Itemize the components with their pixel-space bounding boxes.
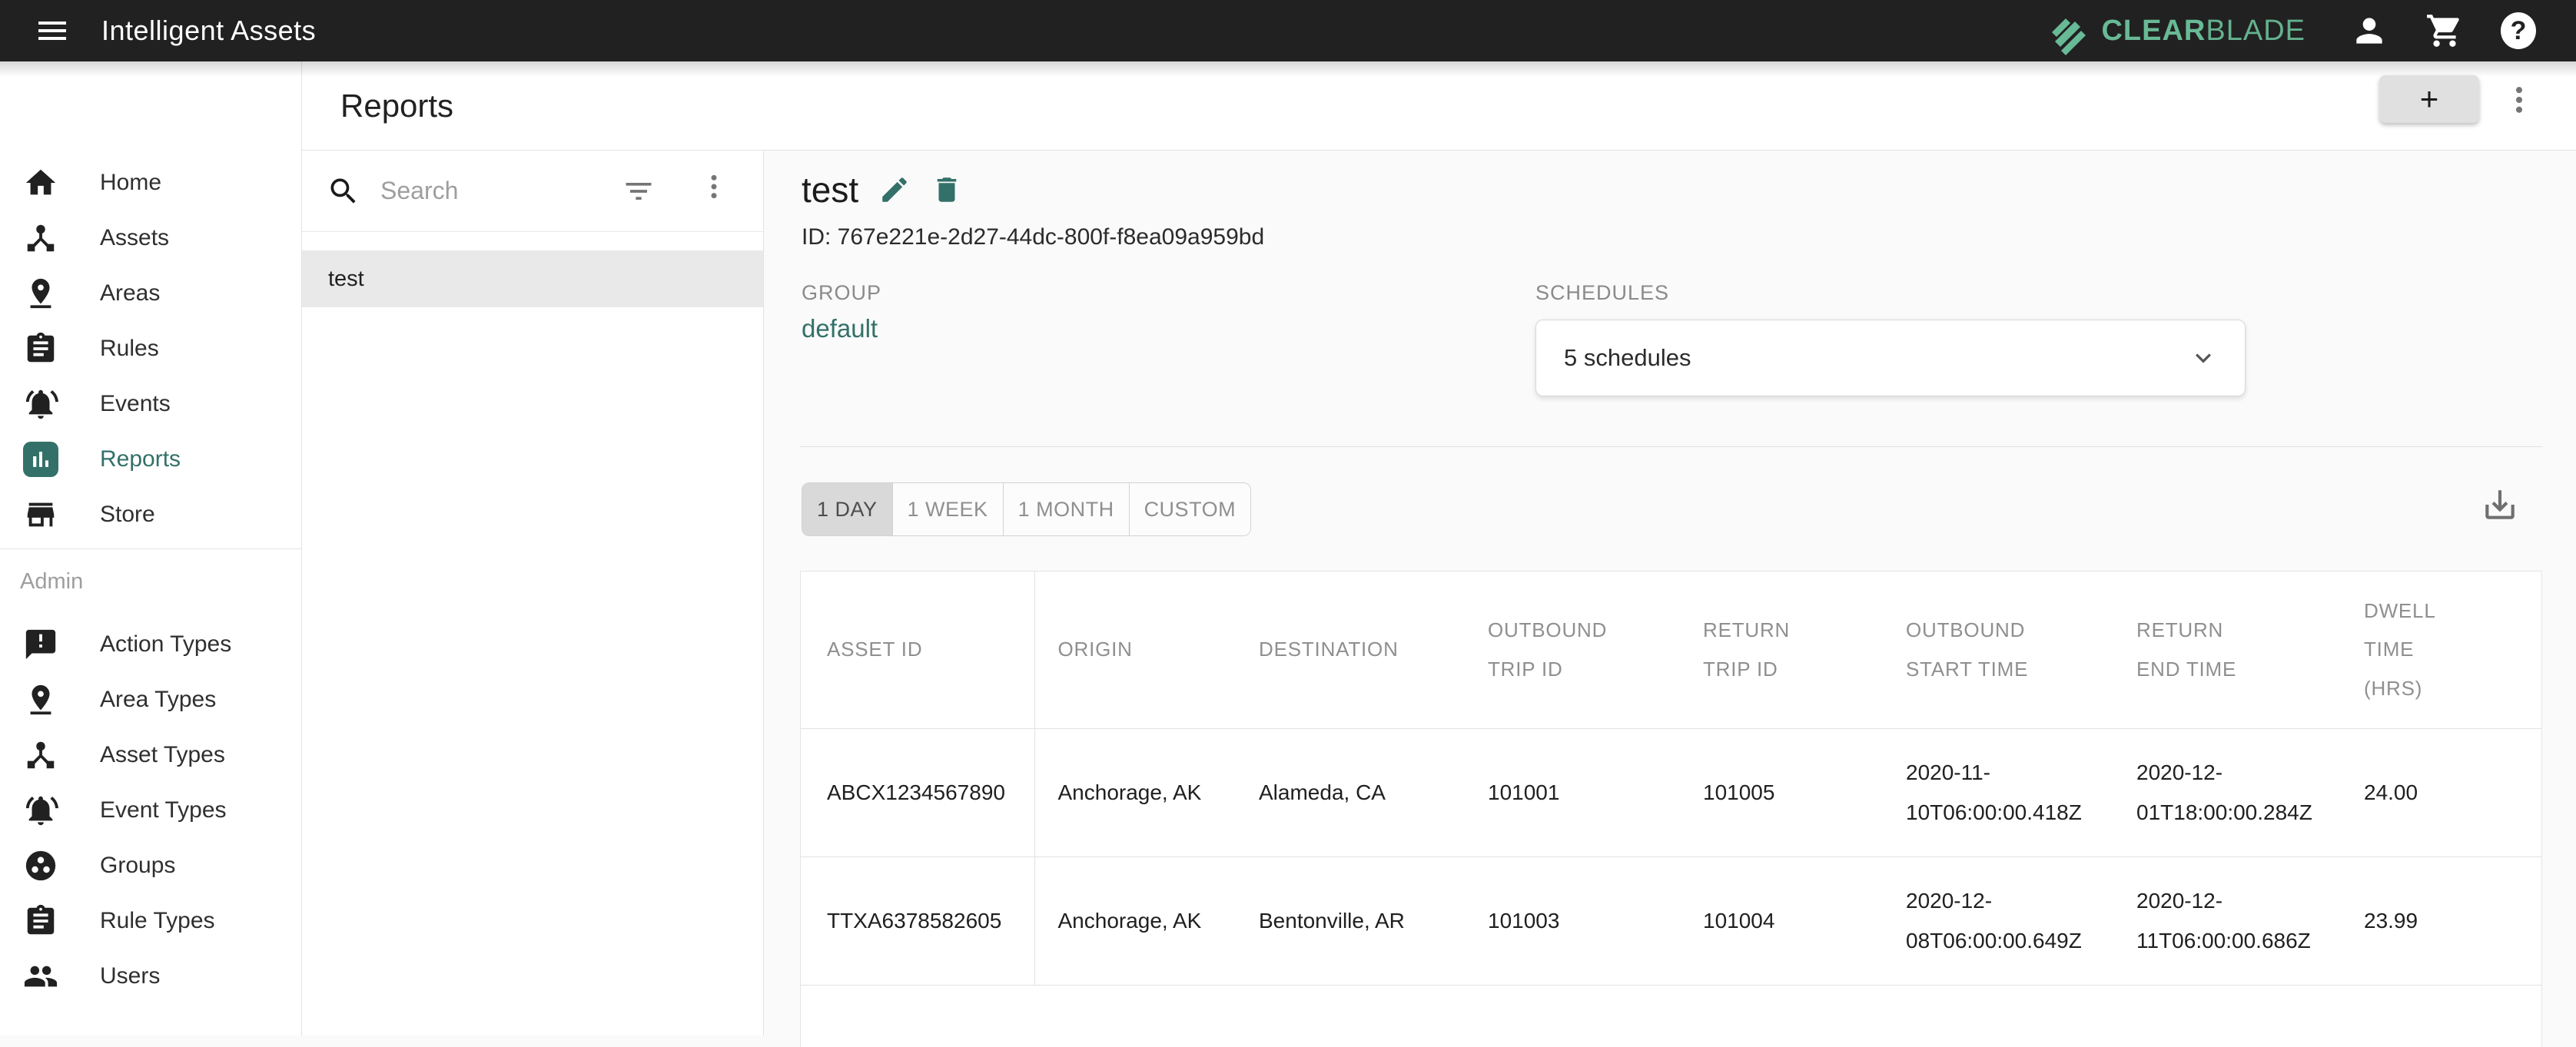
table-row[interactable]: ABCX1234567890 Anchorage, AK Alameda, CA… [801,728,2541,856]
asset-types-icon [23,737,58,773]
sidebar-item-groups[interactable]: Groups [0,838,301,893]
sidebar-item-users[interactable]: Users [0,949,301,1004]
tab-1-week[interactable]: 1 WEEK [892,483,1003,535]
cell-outbound-start-time: 2020-11-10T06:00:00.418Z [1883,728,2113,856]
sidebar-item-areas[interactable]: Areas [0,266,301,321]
report-detail: test ID: 767e221e-2d27-44dc-800f-f8ea09a… [764,151,2576,1035]
app-title: Intelligent Assets [101,15,316,47]
col-header-destination: DESTINATION [1236,572,1465,728]
cell-destination: Bentonville, AR [1236,856,1465,985]
users-icon [23,959,58,994]
sidebar-item-rule-types[interactable]: Rule Types [0,893,301,949]
cell-return-trip-id: 101005 [1680,728,1883,856]
sidebar-item-area-types[interactable]: Area Types [0,672,301,727]
page-title: Reports [340,88,453,124]
sidebar-item-events[interactable]: Events [0,376,301,432]
filter-icon[interactable] [622,174,656,208]
cart-icon[interactable] [2425,12,2464,50]
event-types-icon [23,793,58,828]
add-report-button[interactable]: + [2379,75,2479,123]
col-header-outbound-trip-id: OUTBOUND TRIP ID [1465,572,1680,728]
sidebar-item-event-types[interactable]: Event Types [0,783,301,838]
group-label: GROUP [802,281,881,305]
sidebar-divider [0,548,301,549]
schedules-label: SCHEDULES [1535,281,1669,305]
sidebar-item-rules[interactable]: Rules [0,321,301,376]
clearblade-logo-text: CLEARBLADE [2101,15,2305,48]
col-header-outbound-start-time: OUTBOUND START TIME [1883,572,2113,728]
events-icon [23,386,58,422]
cell-outbound-start-time: 2020-12-08T06:00:00.649Z [1883,856,2113,985]
trips-table-card: ASSET ID ORIGIN DESTINATION OUTBOUND TRI… [800,571,2542,1047]
clearblade-logo-icon [2044,6,2093,55]
edit-icon[interactable] [878,174,911,206]
cell-dwell-time: 23.99 [2341,856,2541,985]
more-vert-icon[interactable] [699,171,729,211]
delete-icon[interactable] [931,174,963,206]
store-icon [23,497,58,532]
assets-icon [23,220,58,256]
col-header-origin: ORIGIN [1034,572,1236,728]
cell-origin: Anchorage, AK [1034,728,1236,856]
action-types-icon [23,627,58,662]
clearblade-logo: CLEARBLADE [2044,6,2305,55]
report-id: ID: 767e221e-2d27-44dc-800f-f8ea09a959bd [802,224,1264,250]
sidebar: Home Assets Areas Rules Events Reports S… [0,61,302,1035]
sidebar-item-home[interactable]: Home [0,155,301,210]
groups-icon [23,848,58,883]
sidebar-item-action-types[interactable]: Action Types [0,617,301,672]
cell-outbound-trip-id: 101001 [1465,728,1680,856]
tab-1-day[interactable]: 1 DAY [802,483,892,535]
chevron-down-icon [2188,343,2219,373]
schedules-value: 5 schedules [1564,344,1691,372]
col-header-return-end-time: RETURN END TIME [2113,572,2341,728]
search-bar [302,151,763,232]
cell-asset-id: ABCX1234567890 [801,728,1034,856]
search-icon [327,174,360,208]
sidebar-item-asset-types[interactable]: Asset Types [0,727,301,783]
report-list-panel: test [302,151,764,1035]
list-item[interactable]: test [302,250,763,307]
cell-return-end-time: 2020-12-11T06:00:00.686Z [2113,856,2341,985]
group-link[interactable]: default [802,314,878,343]
col-header-dwell-time: DWELL TIME (HRS) [2341,572,2541,728]
cell-return-trip-id: 101004 [1680,856,1883,985]
col-header-return-trip-id: RETURN TRIP ID [1680,572,1883,728]
report-list: test [302,232,763,307]
cell-dwell-time: 24.00 [2341,728,2541,856]
reports-icon [23,442,58,477]
help-icon[interactable]: ? [2501,12,2536,49]
rule-types-icon [23,903,58,939]
table-header-row: ASSET ID ORIGIN DESTINATION OUTBOUND TRI… [801,572,2541,728]
admin-section-label: Admin [0,566,301,597]
cell-origin: Anchorage, AK [1034,856,1236,985]
report-name: test [802,169,858,210]
cell-outbound-trip-id: 101003 [1465,856,1680,985]
section-divider [800,446,2542,447]
cell-destination: Alameda, CA [1236,728,1465,856]
more-vert-icon[interactable] [2502,83,2536,129]
home-icon [23,165,58,200]
areas-icon [23,276,58,311]
trips-table: ASSET ID ORIGIN DESTINATION OUTBOUND TRI… [801,572,2541,986]
col-header-asset-id: ASSET ID [801,572,1034,728]
sidebar-item-reports[interactable]: Reports [0,432,301,487]
cell-asset-id: TTXA6378582605 [801,856,1034,985]
schedules-dropdown[interactable]: 5 schedules [1535,320,2246,396]
app-bar: Intelligent Assets CLEARBLADE ? [0,0,2576,61]
search-input[interactable] [380,177,588,205]
cell-return-end-time: 2020-12-01T18:00:00.284Z [2113,728,2341,856]
time-range-tabs: 1 DAY 1 WEEK 1 MONTH CUSTOM [802,482,1251,536]
menu-icon[interactable] [34,12,71,49]
page-header: Reports + [302,61,2576,151]
area-types-icon [23,682,58,717]
sidebar-item-store[interactable]: Store [0,487,301,542]
tab-custom[interactable]: CUSTOM [1129,483,1251,535]
account-icon[interactable] [2350,12,2388,50]
table-row[interactable]: TTXA6378582605 Anchorage, AK Bentonville… [801,856,2541,985]
sidebar-item-assets[interactable]: Assets [0,210,301,266]
rules-icon [23,331,58,366]
download-icon[interactable] [2481,485,2519,524]
tab-1-month[interactable]: 1 MONTH [1003,483,1129,535]
